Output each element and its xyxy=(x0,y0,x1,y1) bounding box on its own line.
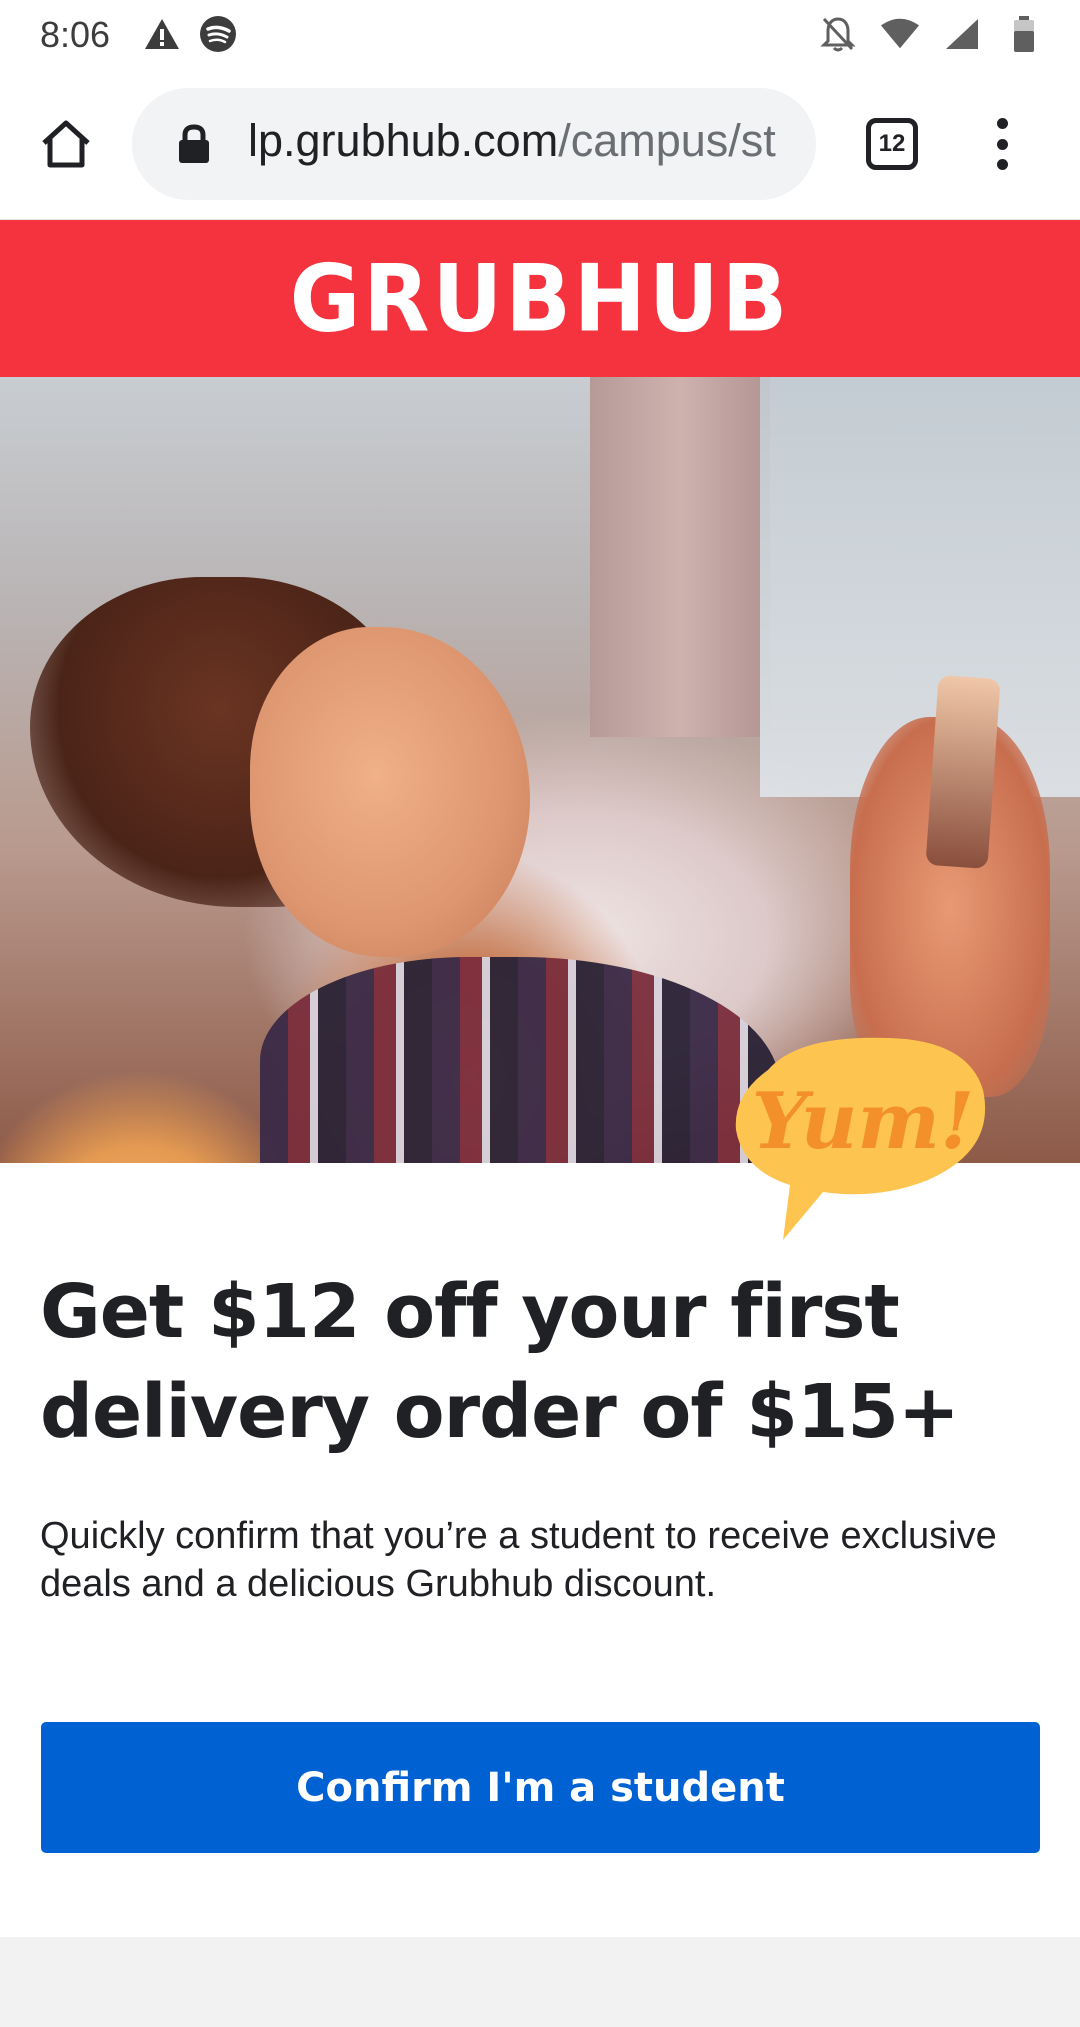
url-host: lp.grubhub.com xyxy=(248,115,559,166)
hero-phone xyxy=(925,675,1001,869)
promo-headline: Get $12 off your first delivery order of… xyxy=(40,1269,960,1455)
url-text: lp.grubhub.com/campus/st xyxy=(248,115,808,167)
address-bar[interactable]: lp.grubhub.com/campus/st xyxy=(132,88,816,200)
url-path: /campus/st xyxy=(558,115,776,166)
status-bar: 8:06 xyxy=(0,0,1080,66)
menu-dot xyxy=(996,138,1008,150)
notifications-off-icon xyxy=(818,14,858,54)
promo-description: Quickly confirm that you’re a student to… xyxy=(40,1515,997,1605)
battery-icon xyxy=(1004,14,1044,54)
hero-face xyxy=(250,627,530,957)
hero-shirt xyxy=(260,957,780,1163)
yum-badge-icon: Yum! xyxy=(735,1037,986,1240)
warning-icon xyxy=(142,14,182,54)
spotify-icon xyxy=(198,14,238,54)
browser-toolbar: lp.grubhub.com/campus/st 12 xyxy=(0,66,1080,220)
status-time: 8:06 xyxy=(40,14,111,55)
status-left-icons xyxy=(142,14,238,54)
status-right-icons xyxy=(818,14,1044,54)
cell-signal-icon xyxy=(942,14,982,54)
confirm-student-button[interactable]: Confirm I'm a student xyxy=(41,1722,1040,1853)
hero-window-frame xyxy=(590,377,770,737)
home-button[interactable] xyxy=(32,110,100,178)
site-header: GRUBHUB xyxy=(0,220,1080,377)
tab-switcher-button[interactable]: 12 xyxy=(866,118,918,170)
yum-badge-text: Yum! xyxy=(752,1076,974,1167)
menu-dot xyxy=(996,118,1008,129)
footer-band xyxy=(0,1937,1080,2027)
lock-icon xyxy=(179,124,209,163)
more-vert-icon[interactable] xyxy=(976,110,1028,178)
grubhub-logo[interactable]: GRUBHUB xyxy=(290,245,791,353)
menu-dot xyxy=(996,159,1008,170)
home-icon xyxy=(42,120,90,168)
wifi-icon xyxy=(880,14,920,54)
